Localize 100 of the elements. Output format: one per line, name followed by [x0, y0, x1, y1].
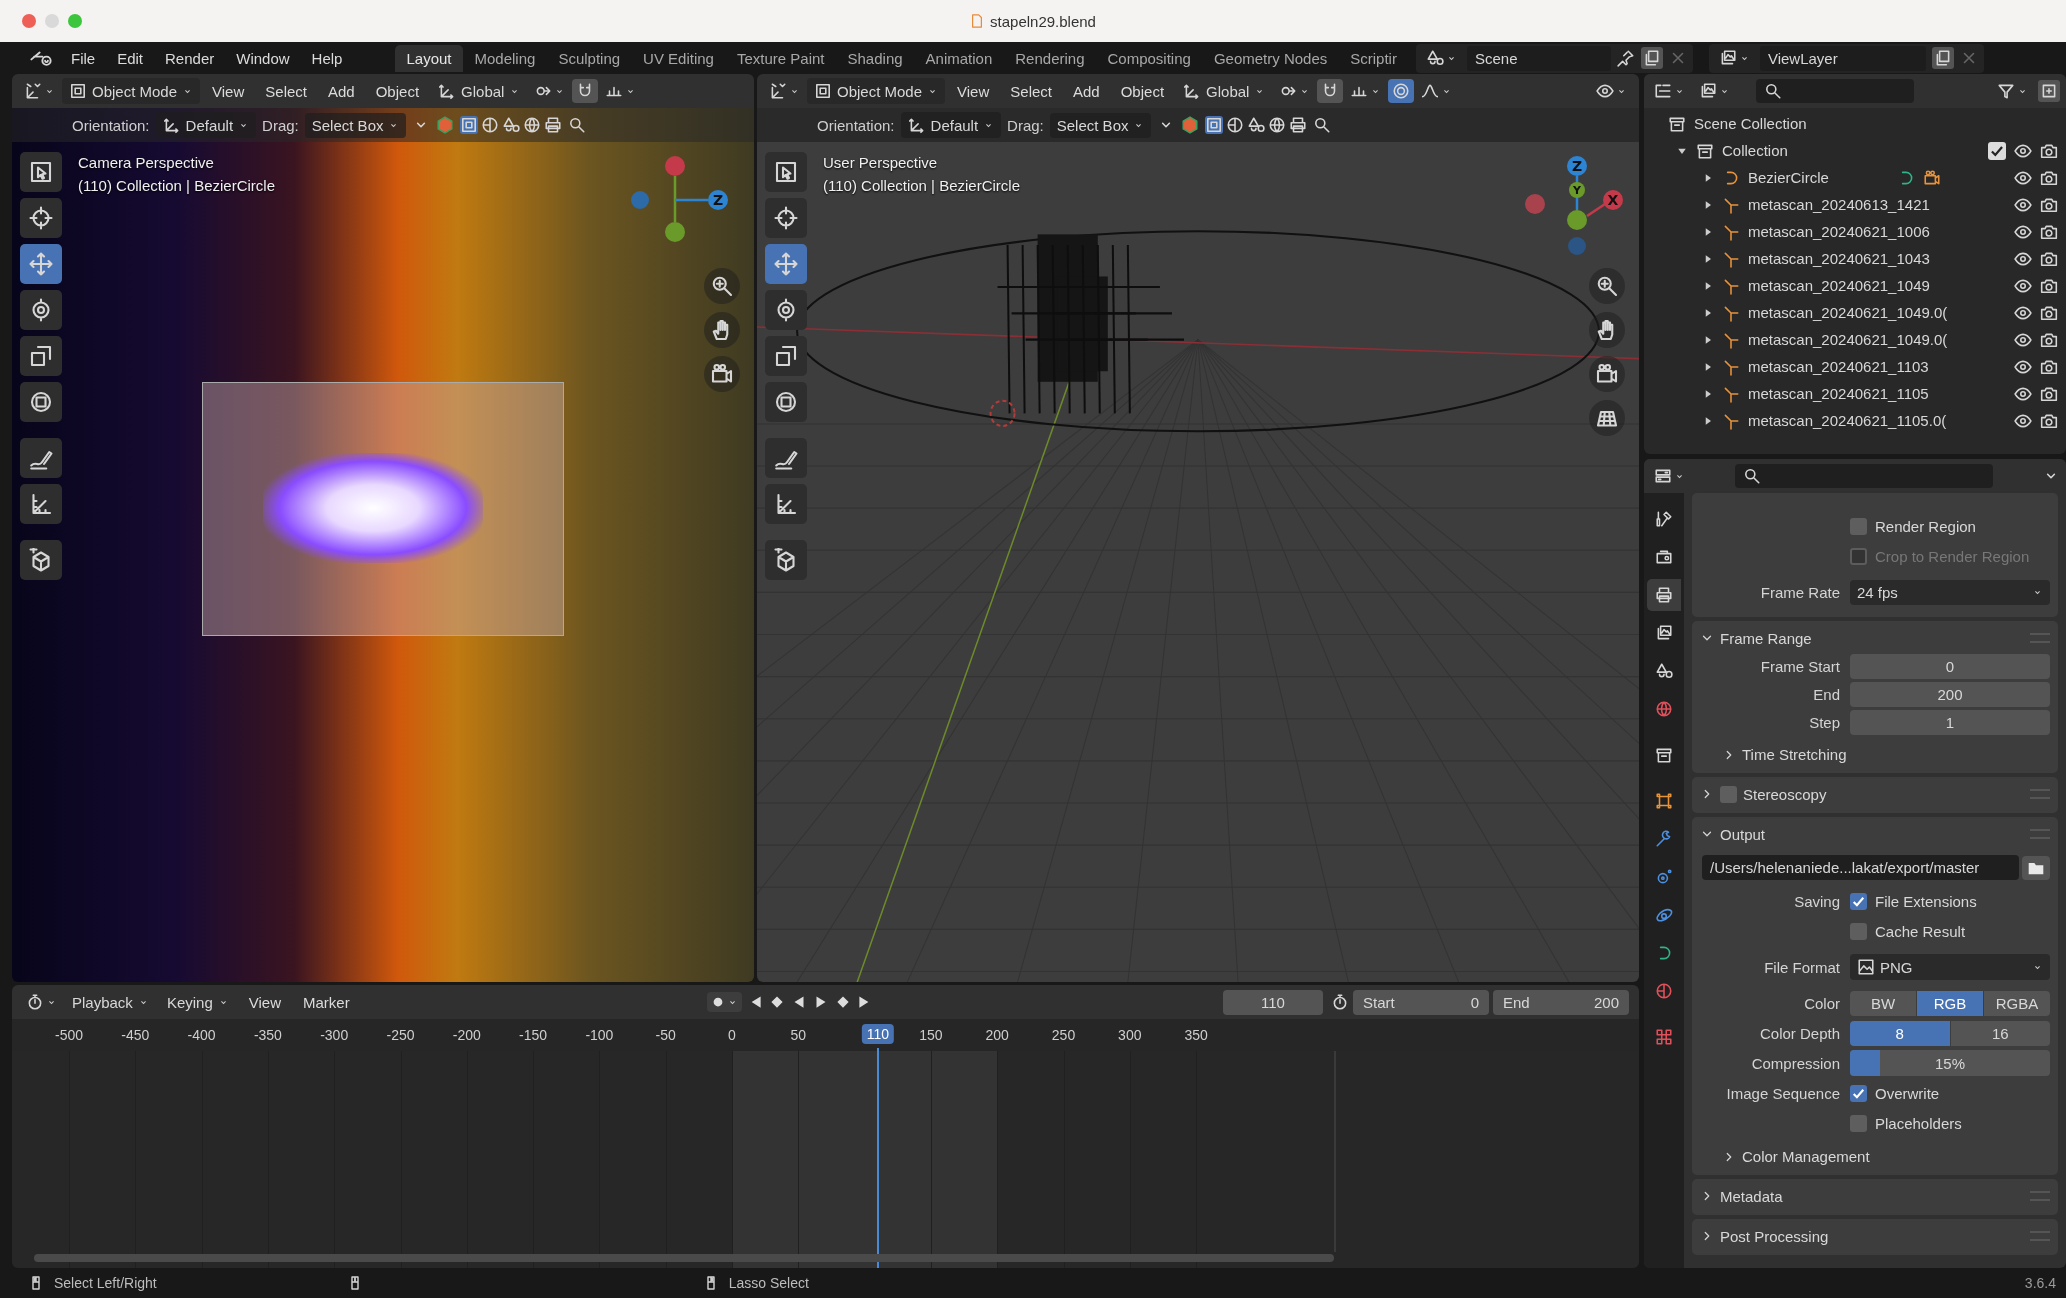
drag-label: Drag:: [262, 116, 299, 134]
viewport[interactable]: Orientation: Default Drag: Select Box User Perspective (110) Collection | BezierCircle Z Y X: [757, 108, 1639, 982]
color-depth-option[interactable]: 8: [1850, 1020, 1950, 1046]
outliner-item[interactable]: Scene Collection: [1694, 115, 1807, 132]
menu-item[interactable]: Edit: [108, 45, 153, 71]
frame-number: 250: [1051, 1027, 1076, 1043]
transform-orientation-dropdown[interactable]: Global: [431, 78, 528, 104]
axis-handle[interactable]: Z: [1567, 156, 1587, 176]
workspace-tab[interactable]: Shading: [836, 44, 914, 72]
file-format-dropdown[interactable]: PNG: [1850, 954, 2050, 980]
menu-item[interactable]: View: [203, 78, 254, 104]
menu-item[interactable]: Render: [156, 45, 224, 71]
compression-slider[interactable]: 15%: [1850, 1050, 2050, 1076]
orientation-label: Orientation:: [72, 116, 150, 134]
viewport[interactable]: Orientation: Default Drag: Select Box Camera Perspective (110) Collection | BezierCircle Z: [12, 108, 754, 982]
frame-rate-dropdown[interactable]: 24 fps: [1850, 579, 2050, 605]
workspace-tab[interactable]: Scriptir: [1339, 44, 1408, 72]
number-field[interactable]: 1: [1850, 710, 2050, 735]
end-frame-field[interactable]: End 200: [1493, 989, 1629, 1015]
menu-item[interactable]: Window: [227, 45, 299, 71]
outliner-item[interactable]: metascan_20240621_1043: [1748, 250, 1930, 267]
workspace-tab[interactable]: Compositing: [1096, 44, 1202, 72]
outliner-item[interactable]: metascan_20240621_1105.0(: [1748, 412, 1947, 429]
current-frame-field[interactable]: 110: [1223, 989, 1323, 1015]
mode-dropdown[interactable]: Object Mode: [807, 78, 946, 104]
frame-number: -100: [585, 1027, 614, 1043]
workspace-tab[interactable]: Modeling: [463, 44, 547, 72]
subpanel-title[interactable]: Time Stretching: [1742, 746, 1847, 763]
checkbox-label: Crop to Render Region: [1875, 547, 2030, 565]
color-depth-option[interactable]: 16: [1950, 1020, 2050, 1046]
workspace-tab[interactable]: UV Editing: [632, 44, 725, 72]
color-mode-option[interactable]: BW: [1850, 990, 1916, 1016]
navigation-gizmo[interactable]: Z Y X: [1515, 150, 1625, 260]
transform-orientation-dropdown[interactable]: Global: [1176, 78, 1273, 104]
workspace-tab[interactable]: Rendering: [1004, 44, 1096, 72]
workspace-tab[interactable]: Texture Paint: [725, 44, 836, 72]
frame-number: -500: [55, 1027, 83, 1043]
field-label: Image Sequence: [1725, 1084, 1840, 1102]
checkbox-label: File Extensions: [1875, 892, 1977, 910]
outliner-item[interactable]: metascan_20240621_1049: [1748, 277, 1930, 294]
navigation-gizmo[interactable]: Z: [630, 150, 740, 260]
version-label: 3.6.4: [2024, 1275, 2056, 1291]
outliner-item[interactable]: metascan_20240613_1421: [1748, 196, 1930, 213]
color-mode-option[interactable]: RGB: [1917, 990, 1983, 1016]
menu-item[interactable]: Object: [1111, 78, 1174, 104]
workspace-tab[interactable]: Animation: [914, 44, 1004, 72]
axis-handle[interactable]: Z: [708, 190, 728, 210]
outliner-item[interactable]: metascan_20240621_1049.0(: [1748, 304, 1948, 321]
field-label: Step: [1808, 714, 1840, 731]
number-field[interactable]: 200: [1850, 682, 2050, 707]
status-hint: Select Left/Right: [54, 1275, 157, 1291]
outliner-item[interactable]: BezierCircle: [1748, 169, 1829, 186]
field-label: Color: [1803, 994, 1840, 1012]
drag-dropdown[interactable]: Select Box: [304, 112, 407, 138]
outliner-item[interactable]: metascan_20240621_1105: [1748, 385, 1929, 402]
axis-handle[interactable]: X: [1603, 190, 1623, 210]
workspace-tab[interactable]: Layout: [395, 44, 463, 72]
frame-number: 50: [790, 1027, 807, 1043]
panel-title[interactable]: Stereoscopy: [1743, 785, 1827, 803]
menu-item[interactable]: Add: [1064, 78, 1109, 104]
panel-title[interactable]: Frame Range: [1720, 629, 1812, 647]
field-label: File Format: [1763, 958, 1840, 976]
output-path-field[interactable]: /Users/helenaniede...lakat/export/master: [1702, 855, 2019, 880]
playhead[interactable]: 110: [861, 1024, 894, 1044]
number-field[interactable]: 0: [1850, 654, 2050, 679]
menu-item[interactable]: Marker: [294, 989, 359, 1015]
menu-item[interactable]: Select: [1001, 78, 1061, 104]
menu-item[interactable]: Object: [366, 78, 429, 104]
frame-number: -50: [655, 1027, 676, 1043]
drag-dropdown[interactable]: Select Box: [1049, 112, 1152, 138]
menu-item[interactable]: Select: [256, 78, 316, 104]
subpanel-title[interactable]: Color Management: [1742, 1148, 1870, 1165]
checkbox-label: Overwrite: [1875, 1084, 1940, 1102]
menu-item[interactable]: File: [62, 45, 105, 71]
workspace-tab[interactable]: Sculpting: [547, 44, 632, 72]
outliner-item[interactable]: metascan_20240621_1049.0(: [1748, 331, 1948, 348]
scene-field[interactable]: Scene: [1466, 45, 1611, 71]
view-layer-field[interactable]: ViewLayer: [1759, 45, 1926, 71]
window-title: stapeln29.blend: [990, 12, 1096, 30]
frame-number: -200: [452, 1027, 481, 1043]
menu-item[interactable]: Help: [302, 45, 352, 71]
orientation-dropdown[interactable]: Default: [900, 112, 1002, 138]
outliner-item[interactable]: metascan_20240621_1006: [1748, 223, 1930, 240]
orientation-dropdown[interactable]: Default: [155, 112, 257, 138]
menu-item[interactable]: Add: [319, 78, 364, 104]
workspace-tab[interactable]: Geometry Nodes: [1202, 44, 1339, 72]
orientation-label: Orientation:: [817, 116, 895, 134]
field-label: Color Depth: [1758, 1024, 1840, 1042]
panel-title[interactable]: Metadata: [1720, 1187, 1783, 1205]
start-frame-field[interactable]: Start 0: [1353, 989, 1489, 1015]
axis-handle[interactable]: Y: [1569, 182, 1585, 198]
panel-title[interactable]: Output: [1720, 825, 1766, 843]
menu-item[interactable]: View: [239, 989, 290, 1015]
outliner-item[interactable]: metascan_20240621_1103: [1748, 358, 1929, 375]
checkbox-label: Render Region: [1875, 517, 1976, 535]
mode-dropdown[interactable]: Object Mode: [62, 78, 201, 104]
outliner-item[interactable]: Collection: [1722, 142, 1788, 159]
panel-title[interactable]: Post Processing: [1720, 1227, 1829, 1245]
menu-item[interactable]: View: [948, 78, 999, 104]
color-mode-option[interactable]: RGBA: [1984, 990, 2050, 1016]
